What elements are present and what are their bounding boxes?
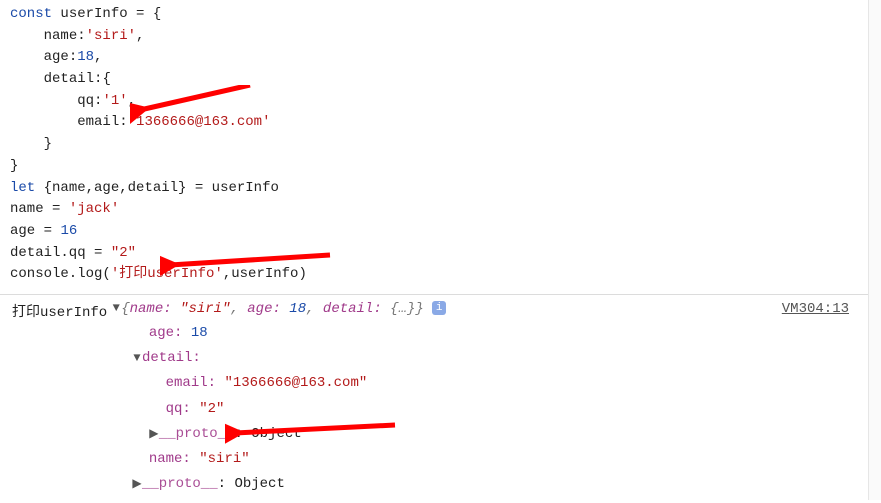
code-line-11: age = 16 xyxy=(10,221,881,243)
console-pane: VM304:13 打印userInfo ▼ {name: "siri", age… xyxy=(0,294,881,503)
code-line-1: const userInfo = { xyxy=(10,4,881,26)
console-log-row[interactable]: 打印userInfo ▼ {name: "siri", age: 18, det… xyxy=(12,301,875,321)
code-line-13: console.log('打印userInfo',userInfo) xyxy=(10,264,881,286)
caret-down-icon[interactable]: ▼ xyxy=(132,348,142,370)
code-line-2: name:'siri', xyxy=(10,26,881,48)
tree-prop-age[interactable]: age: 18 xyxy=(132,321,875,346)
code-line-8: } xyxy=(10,156,881,178)
object-summary[interactable]: {name: "siri", age: 18, detail: {…}} xyxy=(121,301,424,317)
code-line-7: } xyxy=(10,134,881,156)
code-line-3: age:18, xyxy=(10,47,881,69)
info-icon[interactable]: i xyxy=(432,301,446,315)
code-line-5: qq:'1', xyxy=(10,91,881,113)
code-line-4: detail:{ xyxy=(10,69,881,91)
scrollbar-track[interactable] xyxy=(868,0,881,500)
caret-right-icon[interactable]: ▶ xyxy=(132,474,142,496)
tree-prop-proto2[interactable]: ▶__proto__: Object xyxy=(132,472,875,497)
source-link[interactable]: VM304:13 xyxy=(782,301,849,317)
tree-prop-proto1[interactable]: ▶__proto__: Object xyxy=(132,422,875,447)
code-line-12: detail.qq = "2" xyxy=(10,243,881,265)
tree-prop-detail[interactable]: ▼detail: xyxy=(132,346,875,371)
code-pane: const userInfo = { name:'siri', age:18, … xyxy=(0,0,881,294)
tree-prop-qq[interactable]: qq: "2" xyxy=(132,397,875,422)
code-line-9: let {name,age,detail} = userInfo xyxy=(10,178,881,200)
tree-prop-name[interactable]: name: "siri" xyxy=(132,447,875,472)
tree-prop-email[interactable]: email: "1366666@163.com" xyxy=(132,371,875,396)
object-tree: age: 18 ▼detail: email: "1366666@163.com… xyxy=(132,321,875,497)
log-prefix: 打印userInfo xyxy=(12,301,111,321)
caret-down-icon[interactable]: ▼ xyxy=(111,301,121,315)
caret-right-icon[interactable]: ▶ xyxy=(149,424,159,446)
code-line-10: name = 'jack' xyxy=(10,199,881,221)
code-line-6: email:'1366666@163.com' xyxy=(10,112,881,134)
